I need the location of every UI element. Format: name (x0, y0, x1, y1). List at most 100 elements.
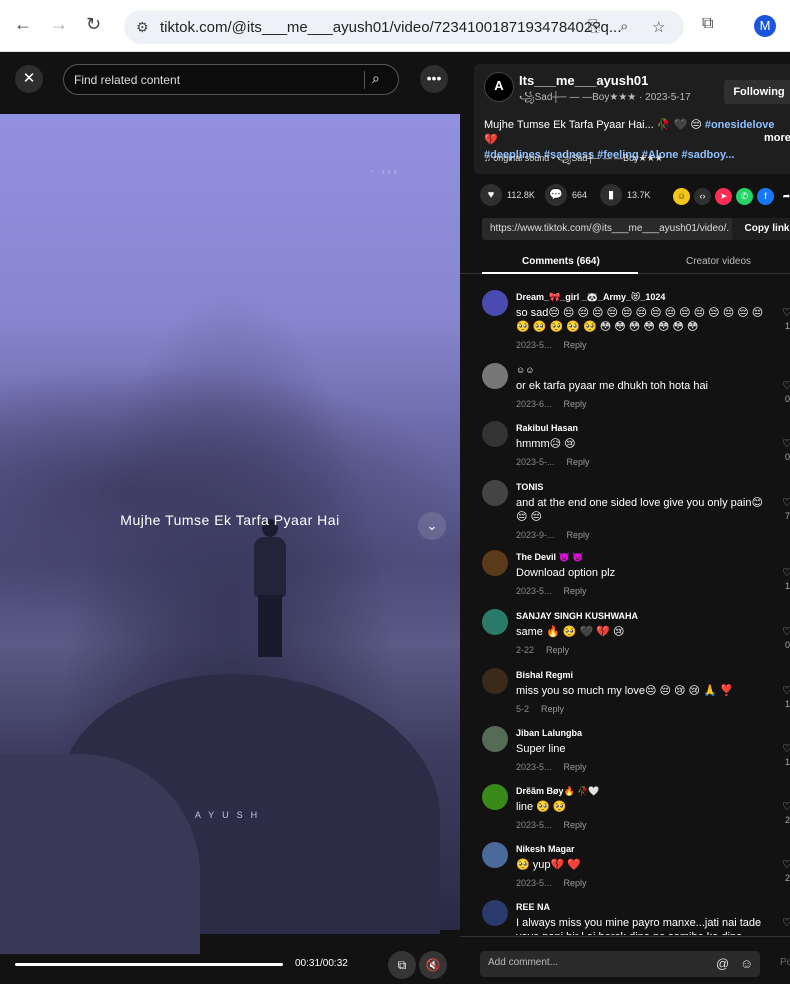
whatsapp-icon[interactable]: ✆ (736, 188, 753, 205)
commenter-name[interactable]: TONIS (516, 482, 543, 492)
reply-button[interactable]: Reply (564, 762, 587, 772)
close-icon[interactable]: ✕ (15, 65, 43, 93)
comment-like-icon[interactable]: ♡ (782, 800, 790, 813)
reload-icon[interactable]: ↻ (86, 14, 101, 35)
mute-icon[interactable]: 🔇 (419, 951, 447, 979)
profile-avatar[interactable]: M (754, 15, 776, 37)
commenter-name[interactable]: SANJAY SINGH KUSHWAHA (516, 611, 638, 621)
commenter-avatar[interactable] (482, 421, 508, 447)
video-progress-bar[interactable] (15, 963, 283, 966)
comment-like-icon[interactable]: ♡ (782, 437, 790, 450)
commenter-name[interactable]: REE NA (516, 902, 550, 912)
related-search-input[interactable] (74, 71, 354, 89)
mention-icon[interactable]: @ (716, 956, 729, 971)
reply-button[interactable]: Reply (567, 457, 590, 467)
comment-like-icon[interactable]: ♡ (782, 684, 790, 697)
forward-icon[interactable]: → (50, 14, 68, 35)
commenter-avatar[interactable] (482, 784, 508, 810)
copy-link-button[interactable]: Copy link (732, 218, 790, 240)
post-button[interactable]: Post (780, 957, 790, 968)
commenter-name[interactable]: Bishal Regmi (516, 670, 573, 680)
comment-date: 2023-5... (516, 878, 552, 888)
chevron-down-icon[interactable]: ⌄ (418, 512, 446, 540)
comment-date: 2023-6... (516, 399, 552, 409)
video-link[interactable]: https://www.tiktok.com/@its___me___ayush… (490, 223, 730, 234)
comment-like-icon[interactable]: ♡ (782, 379, 790, 392)
save-stat[interactable]: ▮ 13.7K (600, 184, 651, 206)
site-info-icon[interactable]: ⚙ (136, 19, 149, 36)
author-subtitle: ꧁Sad┼─ — —Boy★★★ · 2023-5-17 (519, 92, 691, 103)
comment-like-icon[interactable]: ♡ (782, 496, 790, 509)
tab-comments[interactable]: Comments (664) (522, 256, 600, 267)
floating-player-icon[interactable]: ⧉ (388, 951, 416, 979)
commenter-avatar[interactable] (482, 480, 508, 506)
comment-like-count: 0 (785, 640, 790, 650)
reply-button[interactable]: Reply (564, 586, 587, 596)
commenter-name[interactable]: Rakibul Hasan (516, 423, 578, 433)
reply-button[interactable]: Reply (564, 399, 587, 409)
reply-button[interactable]: Reply (567, 530, 590, 540)
comment-item: SANJAY SINGH KUSHWAHA same 🔥 🥺 🖤 💔 😢 2-22 R… (460, 609, 790, 665)
commenter-avatar[interactable] (482, 290, 508, 316)
reply-button[interactable]: Reply (564, 878, 587, 888)
comment-date: 2023-5... (516, 586, 552, 596)
commenter-name[interactable]: ☺☺ (516, 365, 534, 375)
comment-like-icon[interactable]: ♡ (782, 306, 790, 319)
commenter-name[interactable]: Jiban Lalungba (516, 728, 582, 738)
commenter-avatar[interactable] (482, 900, 508, 926)
bookmark-star-icon[interactable]: ☆ (652, 18, 665, 36)
address-url[interactable]: tiktok.com/@its___me___ayush01/video/723… (160, 19, 621, 36)
video-player[interactable]: ◦ ››› Mujhe Tumse Ek Tarfa Pyaar Hai ⌄ A… (0, 114, 460, 954)
commenter-name[interactable]: The Devil 👿 👿 (516, 552, 583, 563)
commenter-avatar[interactable] (482, 363, 508, 389)
author-avatar[interactable]: A (484, 72, 514, 102)
comment-like-icon[interactable]: ♡ (782, 625, 790, 638)
comment-item: Rakibul Hasan hmmm😥 😢 2023-5-... Reply ♡ 0 (460, 421, 790, 477)
facebook-icon[interactable]: f (757, 188, 774, 205)
commenter-avatar[interactable] (482, 609, 508, 635)
reply-button[interactable]: Reply (564, 340, 587, 350)
share-arrow-icon[interactable]: ➦ (778, 188, 790, 205)
commenter-name[interactable]: Drẽãm Bøy🔥 🥀🤍 (516, 786, 600, 797)
emoji-icon[interactable]: ☺ (740, 956, 753, 971)
comment-like-icon[interactable]: ♡ (782, 742, 790, 755)
following-button[interactable]: Following (724, 80, 790, 104)
back-icon[interactable]: ← (14, 14, 32, 35)
comment-input[interactable] (488, 957, 688, 968)
comment-meta: 2023-6... Reply (516, 399, 587, 409)
sound-link[interactable]: ♫ original sound - ꧁Sad┼─ — —Boy★★★ (484, 152, 663, 170)
reply-button[interactable]: Reply (546, 645, 569, 655)
install-icon[interactable]: ⎘ (588, 18, 600, 35)
comment-icon: 💬 (545, 184, 567, 206)
comment-date: 2023-5... (516, 820, 552, 830)
reply-button[interactable]: Reply (541, 704, 564, 714)
address-bar[interactable]: ⚙ tiktok.com/@its___me___ayush01/video/7… (124, 10, 684, 44)
comment-stat[interactable]: 💬 664 (545, 184, 587, 206)
video-mist (0, 364, 460, 624)
extensions-icon[interactable]: ⧉ (702, 15, 713, 33)
comment-like-icon[interactable]: ♡ (782, 916, 790, 929)
embed-icon[interactable]: ‹› (694, 188, 711, 205)
author-name[interactable]: Its___me___ayush01 (519, 73, 648, 88)
comment-meta: 2023-5... Reply (516, 586, 587, 596)
send-icon[interactable]: ➤ (715, 188, 732, 205)
more-options-icon[interactable]: ••• (420, 65, 448, 93)
commenter-avatar[interactable] (482, 550, 508, 576)
commenter-name[interactable]: Dream_🎀_girl _🐼_Army_😻_1024 (516, 292, 665, 303)
commenter-name[interactable]: Nikesh Magar (516, 844, 575, 854)
more-button[interactable]: more (764, 132, 790, 144)
stats-row: ♥ 112.8K 💬 664 ▮ 13.7K ☺ ‹› ➤ ✆ f ➦ (480, 184, 790, 208)
hashtag-link[interactable]: #onesidelove (705, 119, 775, 131)
commenter-avatar[interactable] (482, 668, 508, 694)
commenter-avatar[interactable] (482, 726, 508, 752)
search-icon[interactable]: ⌕ (372, 70, 380, 87)
tab-creator-videos[interactable]: Creator videos (686, 256, 751, 267)
like-stat[interactable]: ♥ 112.8K (480, 184, 535, 206)
comment-like-icon[interactable]: ♡ (782, 566, 790, 579)
comment-like-count: 2 (785, 873, 790, 883)
zoom-icon[interactable]: ⌕ (620, 18, 628, 35)
commenter-avatar[interactable] (482, 842, 508, 868)
comment-like-icon[interactable]: ♡ (782, 858, 790, 871)
friends-share-icon[interactable]: ☺ (673, 188, 690, 205)
reply-button[interactable]: Reply (564, 820, 587, 830)
